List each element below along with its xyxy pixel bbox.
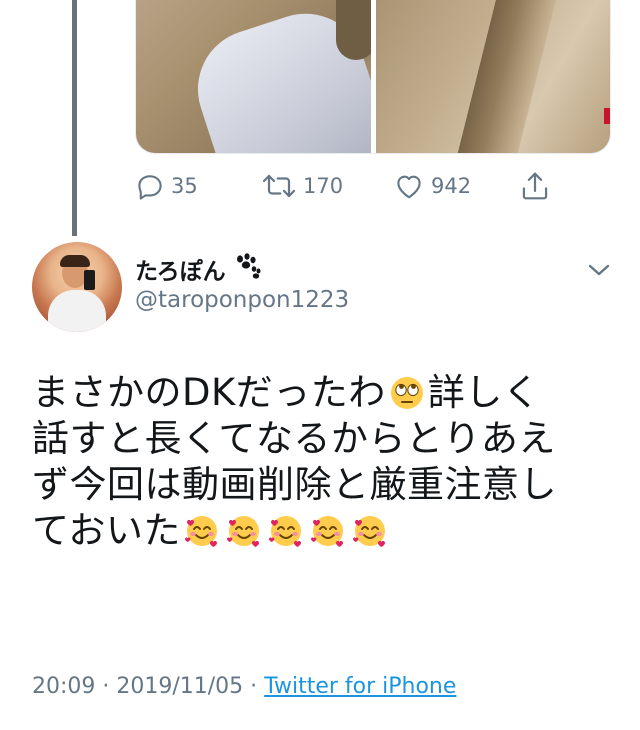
retweet-icon: [261, 171, 297, 201]
smiling-face-with-hearts-emoji: [310, 513, 346, 549]
share-icon: [520, 170, 550, 202]
share-button[interactable]: [520, 170, 550, 202]
reply-count: 35: [171, 174, 198, 198]
retweet-count: 170: [303, 174, 344, 198]
display-name[interactable]: たろぽん: [135, 252, 262, 286]
previous-tweet-media: [135, 0, 611, 154]
previous-tweet-action-bar: 35 170 942: [135, 168, 575, 204]
like-button[interactable]: 942: [393, 171, 471, 201]
media-photo-2[interactable]: [375, 0, 610, 153]
tweet-text-line-5: ておいた: [32, 509, 181, 552]
smiling-face-with-hearts-emoji: [352, 513, 388, 549]
display-name-text: たろぽん: [135, 259, 226, 285]
tweet-text-line-1: まさかのDKだったわ: [32, 371, 386, 414]
avatar[interactable]: [32, 242, 122, 332]
face-with-rolling-eyes-emoji: [389, 375, 425, 411]
thread-connector-line: [72, 0, 77, 236]
tweet-source-link[interactable]: Twitter for iPhone: [264, 674, 456, 699]
media-photo-1[interactable]: [136, 0, 371, 153]
smiling-face-with-hearts-emoji: [268, 513, 304, 549]
tweet-meta: 20:09 · 2019/11/05 · Twitter for iPhone: [32, 674, 456, 699]
like-count: 942: [431, 174, 472, 198]
reply-button[interactable]: 35: [135, 171, 198, 201]
heart-icon: [393, 171, 425, 201]
tweet-timestamp: 20:09 · 2019/11/05 ·: [32, 674, 265, 699]
tweet-text-line-2: 詳しく: [427, 371, 541, 414]
paw-icon: [232, 253, 262, 285]
tweet-text-line-4: ず今回は動画削除と厳重注意し: [32, 463, 557, 506]
smiling-face-with-hearts-emoji: [184, 513, 220, 549]
retweet-button[interactable]: 170: [261, 171, 343, 201]
chevron-down-icon: [586, 264, 612, 284]
reply-icon: [135, 171, 165, 201]
tweet-text: まさかのDKだったわ 詳しく 話すと長くてなるからとりあえ ず今回は動画削除と厳重…: [32, 370, 612, 554]
user-handle[interactable]: @taroponpon1223: [135, 287, 349, 313]
more-options-button[interactable]: [586, 260, 612, 284]
smiling-face-with-hearts-emoji: [226, 513, 262, 549]
tweet-text-line-3: 話すと長くてなるからとりあえ: [32, 417, 556, 460]
